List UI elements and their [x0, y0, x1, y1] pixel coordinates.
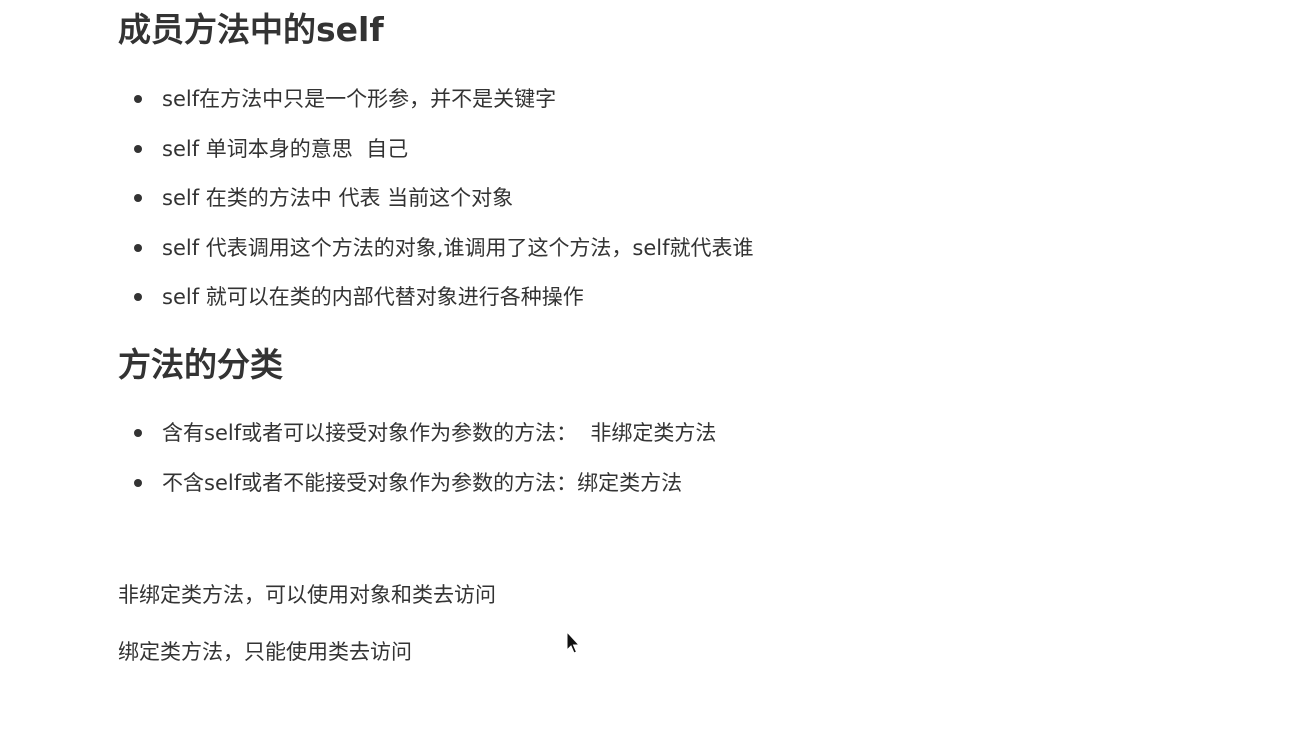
bullet-icon — [134, 194, 142, 202]
list-item: 不含self或者不能接受对象作为参数的方法：绑定类方法 — [134, 464, 716, 514]
bullet-icon — [134, 429, 142, 437]
list-item-text: self在方法中只是一个形参，并不是关键字 — [162, 87, 557, 111]
bullet-icon — [134, 243, 142, 252]
list-item: 含有self或者可以接受对象作为参数的方法： 非绑定类方法 — [134, 414, 716, 464]
list-item-text: self 单词本身的意思 自己 — [162, 136, 409, 161]
list-item-text: self 代表调用这个方法的对象,谁调用了这个方法，self就代表谁 — [162, 235, 754, 260]
heading-self-in-methods: 成员方法中的self — [118, 10, 384, 49]
note-paragraph: 非绑定类方法，可以使用对象和类去访问 — [118, 583, 496, 607]
bullet-icon — [134, 478, 142, 487]
heading-method-categories: 方法的分类 — [118, 345, 283, 384]
list-item: self 代表调用这个方法的对象,谁调用了这个方法，self就代表谁 — [134, 229, 754, 279]
list-item: self 单词本身的意思 自己 — [134, 130, 754, 180]
bullet-icon — [134, 95, 142, 103]
mouse-pointer-icon — [566, 631, 580, 654]
list-item-text: self 在类的方法中 代表 当前这个对象 — [162, 186, 514, 210]
list-item: self 在类的方法中 代表 当前这个对象 — [134, 179, 754, 229]
note-paragraph: 绑定类方法，只能使用类去访问 — [118, 640, 412, 664]
list-item-text: self 就可以在类的内部代替对象进行各种操作 — [162, 285, 584, 309]
list-item-text: 不含self或者不能接受对象作为参数的方法：绑定类方法 — [162, 470, 683, 495]
list-item-text: 含有self或者可以接受对象作为参数的方法： 非绑定类方法 — [162, 421, 717, 445]
bullet-icon — [134, 293, 142, 301]
self-bullet-list: self在方法中只是一个形参，并不是关键字 self 单词本身的意思 自己 se… — [134, 80, 754, 328]
list-item: self 就可以在类的内部代替对象进行各种操作 — [134, 278, 754, 328]
categories-bullet-list: 含有self或者可以接受对象作为参数的方法： 非绑定类方法 不含self或者不能… — [134, 414, 716, 513]
list-item: self在方法中只是一个形参，并不是关键字 — [134, 80, 754, 130]
bullet-icon — [134, 144, 142, 153]
